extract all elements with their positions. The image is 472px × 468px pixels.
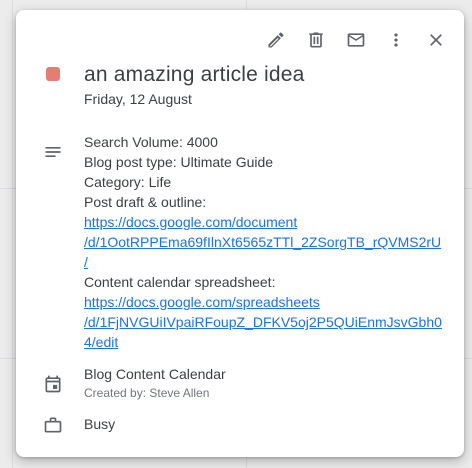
more-options-button[interactable] bbox=[376, 20, 416, 60]
calendar-creator: Created by: Steve Allen bbox=[84, 386, 210, 400]
availability-icon-wrap bbox=[43, 415, 63, 435]
edit-event-button[interactable] bbox=[256, 20, 296, 60]
description-line: Search Volume: 4000 bbox=[84, 134, 218, 150]
calendar-icon-wrap bbox=[43, 374, 63, 394]
calendar-icon bbox=[45, 375, 61, 393]
draft-doc-link[interactable]: https://docs.google.com/document /d/1Oot… bbox=[84, 212, 448, 272]
availability-status: Busy bbox=[84, 416, 116, 432]
event-title: an amazing article idea bbox=[84, 63, 305, 86]
link-line: https://docs.google.com/document bbox=[84, 214, 298, 230]
notes-icon bbox=[45, 147, 61, 157]
close-icon bbox=[430, 34, 442, 46]
link-line: /d/1FjNVGUiIVpaiRFoupZ_DFKV5oj2P5QUiEnmJ… bbox=[84, 314, 442, 330]
link-line: / bbox=[84, 254, 88, 270]
delete-event-button[interactable] bbox=[296, 20, 336, 60]
link-line: https://docs.google.com/spreadsheets bbox=[84, 294, 320, 310]
link-line: /d/1OotRPPEma69fIlnXt6565zTTl_2ZSorgTB_r… bbox=[84, 234, 442, 250]
close-button[interactable] bbox=[416, 20, 456, 60]
event-details-popup: an amazing article idea Friday, 12 Augus… bbox=[16, 10, 464, 457]
spreadsheet-link[interactable]: https://docs.google.com/spreadsheets /d/… bbox=[84, 292, 448, 352]
description-icon-wrap bbox=[43, 142, 63, 162]
event-color-indicator bbox=[43, 67, 63, 81]
event-date: Friday, 12 August bbox=[84, 91, 192, 107]
briefcase-icon bbox=[44, 417, 62, 433]
pencil-icon bbox=[268, 32, 284, 48]
mail-icon bbox=[347, 33, 365, 47]
spreadsheet-label: Content calendar spreadsheet: bbox=[84, 274, 276, 290]
event-description: Search Volume: 4000 Blog post type: Ulti… bbox=[84, 132, 448, 352]
event-toolbar bbox=[256, 20, 456, 60]
event-color-swatch bbox=[46, 67, 60, 81]
description-line: Blog post type: Ultimate Guide bbox=[84, 154, 274, 170]
grid-line bbox=[12, 0, 13, 468]
description-line: Post draft & outline: bbox=[84, 194, 207, 210]
calendar-name: Blog Content Calendar bbox=[84, 366, 226, 382]
trash-icon bbox=[309, 32, 323, 48]
link-line: 4/edit bbox=[84, 334, 119, 350]
email-guests-button[interactable] bbox=[336, 20, 376, 60]
description-line: Category: Life bbox=[84, 174, 172, 190]
more-vert-icon bbox=[394, 33, 398, 47]
